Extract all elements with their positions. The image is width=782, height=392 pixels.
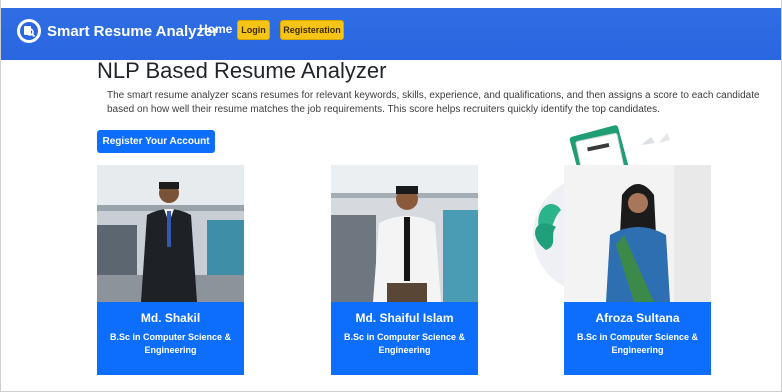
team-member-name: Md. Shaiful Islam: [355, 311, 454, 325]
team-member-degree: B.Sc in Computer Science & Engineering: [109, 332, 232, 355]
team-card: Md. Shaiful Islam B.Sc in Computer Scien…: [331, 165, 478, 375]
page: Smart Resume Analyzer Home Login Registe…: [0, 0, 782, 392]
hero-description: The smart resume analyzer scans resumes …: [107, 90, 760, 115]
nav-home-link[interactable]: Home: [199, 22, 232, 36]
navbar: Smart Resume Analyzer Home Login Registe…: [1, 0, 781, 60]
team-member-name: Afroza Sultana: [595, 311, 680, 325]
team-member-name: Md. Shakil: [140, 311, 201, 325]
team-member-photo: [97, 165, 244, 302]
register-account-button[interactable]: Register Your Account: [97, 130, 215, 153]
brand[interactable]: Smart Resume Analyzer: [17, 19, 218, 43]
page-title: NLP Based Resume Analyzer: [97, 58, 387, 83]
team-card: Md. Shakil B.Sc in Computer Science & En…: [97, 165, 244, 375]
team-member-degree: B.Sc in Computer Science & Engineering: [576, 332, 699, 355]
register-nav-button[interactable]: Registeration: [280, 20, 344, 40]
brand-name: Smart Resume Analyzer: [47, 22, 219, 40]
magnifier-document-icon: [17, 19, 41, 43]
team-member-photo: [331, 165, 478, 302]
team-card: Afroza Sultana B.Sc in Computer Science …: [564, 165, 711, 375]
login-button[interactable]: Login: [237, 20, 270, 40]
team-member-degree: B.Sc in Computer Science & Engineering: [343, 332, 466, 355]
team-member-photo: [564, 165, 711, 302]
